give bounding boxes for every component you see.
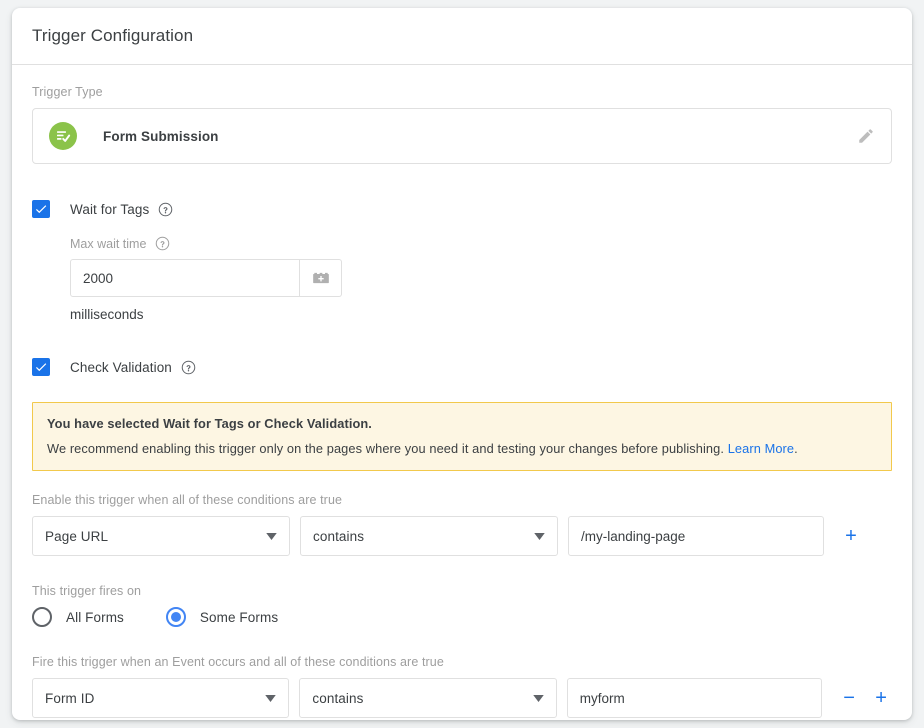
- page-title: Trigger Configuration: [32, 26, 194, 45]
- event-condition-variable-value: Form ID: [45, 690, 95, 706]
- add-enable-condition-button[interactable]: +: [840, 521, 862, 551]
- warning-body: We recommend enabling this trigger only …: [47, 441, 877, 456]
- chevron-down-icon: [533, 689, 544, 707]
- enable-condition-operator-select[interactable]: contains: [300, 516, 558, 556]
- learn-more-link[interactable]: Learn More: [728, 441, 794, 456]
- fires-on-label: This trigger fires on: [32, 584, 142, 598]
- event-condition-value-input[interactable]: [566, 678, 823, 718]
- help-circle-icon[interactable]: [181, 360, 196, 375]
- check-validation-label: Check Validation: [70, 359, 172, 375]
- event-conditions-label: Fire this trigger when an Event occurs a…: [32, 655, 444, 669]
- event-condition-operator-select[interactable]: contains: [299, 678, 557, 718]
- lego-brick-plus-icon[interactable]: [300, 259, 342, 297]
- radio-some-forms-label: Some Forms: [199, 609, 279, 625]
- help-circle-icon[interactable]: [158, 202, 173, 217]
- warning-title: You have selected Wait for Tags or Check…: [47, 416, 372, 431]
- remove-event-condition-button[interactable]: −: [838, 683, 860, 713]
- enable-condition-value-input[interactable]: [568, 516, 824, 556]
- max-wait-time-group: Max wait time mill: [70, 236, 892, 322]
- enable-condition-variable-value: Page URL: [45, 528, 109, 544]
- max-wait-time-input[interactable]: [70, 259, 300, 297]
- radio-some-forms-dot: [170, 612, 181, 622]
- form-submission-icon: [49, 122, 77, 150]
- card-header: Trigger Configuration: [12, 8, 912, 65]
- fires-on-radio-group: All Forms Some Forms: [32, 607, 892, 627]
- wait-for-tags-checkbox[interactable]: [32, 200, 50, 218]
- wait-for-tags-label: Wait for Tags: [70, 201, 150, 217]
- trigger-type-label: Trigger Type: [32, 85, 103, 99]
- add-event-condition-button[interactable]: +: [870, 683, 892, 713]
- trigger-type-name: Form Submission: [103, 128, 219, 144]
- warning-body-text: We recommend enabling this trigger only …: [47, 441, 728, 456]
- max-wait-time-label: Max wait time: [70, 236, 147, 251]
- trigger-configuration-card: Trigger Configuration Trigger Type Form …: [12, 8, 912, 720]
- enable-condition-variable-select[interactable]: Page URL: [32, 516, 290, 556]
- max-wait-time-label-row: Max wait time: [70, 236, 892, 251]
- enable-conditions-label: Enable this trigger when all of these co…: [32, 493, 343, 507]
- max-wait-time-unit: milliseconds: [70, 307, 144, 322]
- event-condition-variable-select[interactable]: Form ID: [32, 678, 290, 718]
- wait-for-tags-row[interactable]: Wait for Tags: [32, 200, 892, 218]
- pencil-icon[interactable]: [857, 127, 875, 145]
- radio-all-forms[interactable]: [32, 607, 52, 627]
- enable-condition-row: Page URL contains +: [32, 516, 892, 556]
- help-circle-icon[interactable]: [155, 236, 170, 251]
- chevron-down-icon: [266, 527, 277, 545]
- card-body: Trigger Type Form Submission Wait for Ta…: [12, 65, 912, 720]
- radio-all-forms-label: All Forms: [66, 609, 124, 625]
- event-condition-row: Form ID contains − +: [32, 678, 892, 718]
- chevron-down-icon: [265, 689, 277, 707]
- warning-banner: You have selected Wait for Tags or Check…: [32, 402, 892, 471]
- enable-condition-operator-value: contains: [313, 528, 365, 544]
- trigger-type-box[interactable]: Form Submission: [32, 108, 892, 164]
- radio-some-forms[interactable]: [165, 607, 186, 627]
- check-validation-row[interactable]: Check Validation: [32, 358, 892, 376]
- max-wait-time-input-group: [70, 259, 342, 297]
- check-validation-checkbox[interactable]: [32, 358, 50, 376]
- chevron-down-icon: [534, 527, 545, 545]
- warning-body-suffix: .: [794, 441, 798, 456]
- event-condition-operator-value: contains: [312, 690, 364, 706]
